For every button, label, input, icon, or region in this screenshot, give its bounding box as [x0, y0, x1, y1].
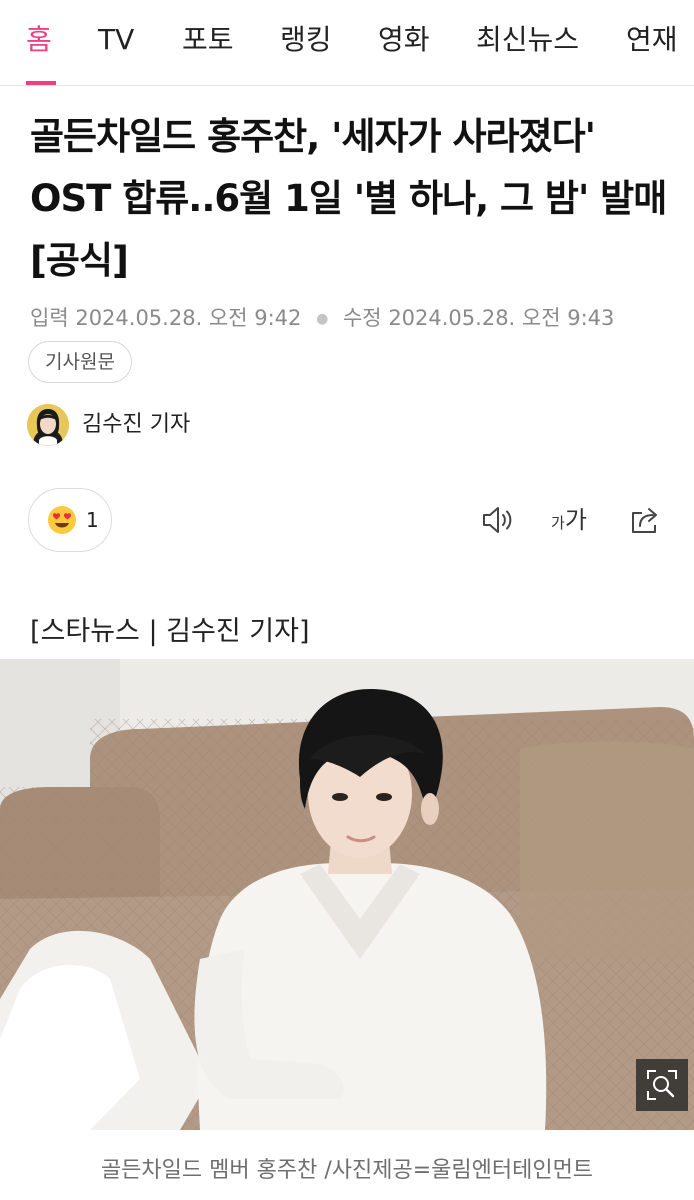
font-size-small-label: 가 — [551, 514, 565, 532]
source-credit: [스타뉴스 | 김수진 기자] — [30, 616, 310, 647]
active-tab-indicator — [26, 81, 56, 85]
article-timestamps: 입력 2024.05.28. 오전 9:42 ● 수정 2024.05.28. … — [30, 303, 614, 334]
article-photo[interactable] — [0, 659, 694, 1130]
speaker-icon[interactable] — [480, 502, 516, 538]
published-time: 2024.05.28. 오전 9:42 — [75, 306, 302, 330]
article-photo-image — [0, 659, 694, 1130]
reporter-avatar-image — [27, 404, 69, 446]
zoom-search-icon — [647, 1070, 677, 1100]
photo-caption: 골든차일드 멤버 홍주찬 /사진제공=울림엔터테인먼트 — [100, 1158, 594, 1183]
reaction-count: 1 — [86, 508, 99, 532]
original-article-button[interactable]: 기사원문 — [28, 341, 132, 383]
heart-eyes-emoji-icon — [48, 506, 76, 534]
font-size-button[interactable]: 가가 — [551, 504, 587, 539]
font-size-big-label: 가 — [564, 506, 587, 534]
reaction-button[interactable]: 1 — [28, 488, 112, 552]
tab-ranking[interactable]: 랭킹 — [280, 20, 332, 60]
tab-latest-news[interactable]: 최신뉴스 — [476, 20, 579, 60]
modified-label: 수정 — [342, 306, 382, 330]
tab-tv[interactable]: TV — [98, 20, 134, 60]
tab-photo[interactable]: 포토 — [182, 20, 234, 60]
published-label: 입력 — [30, 306, 69, 330]
photo-zoom-button[interactable] — [636, 1059, 688, 1111]
share-icon[interactable] — [628, 502, 664, 538]
tab-home[interactable]: 홈 — [26, 20, 52, 60]
tab-series[interactable]: 연재 — [626, 20, 678, 60]
category-tab-bar: 홈 TV 포토 랭킹 영화 최신뉴스 연재 — [0, 0, 694, 86]
modified-time: 2024.05.28. 오전 9:43 — [388, 306, 615, 330]
meta-separator-dot: ● — [316, 311, 329, 327]
article-headline: 골든차일드 홍주찬, '세자가 사라졌다' OST 합류..6월 1일 '별 하… — [30, 115, 667, 282]
reporter-avatar[interactable] — [27, 404, 69, 446]
tab-movie[interactable]: 영화 — [378, 20, 430, 60]
reporter-name[interactable]: 김수진 기자 — [82, 410, 190, 440]
